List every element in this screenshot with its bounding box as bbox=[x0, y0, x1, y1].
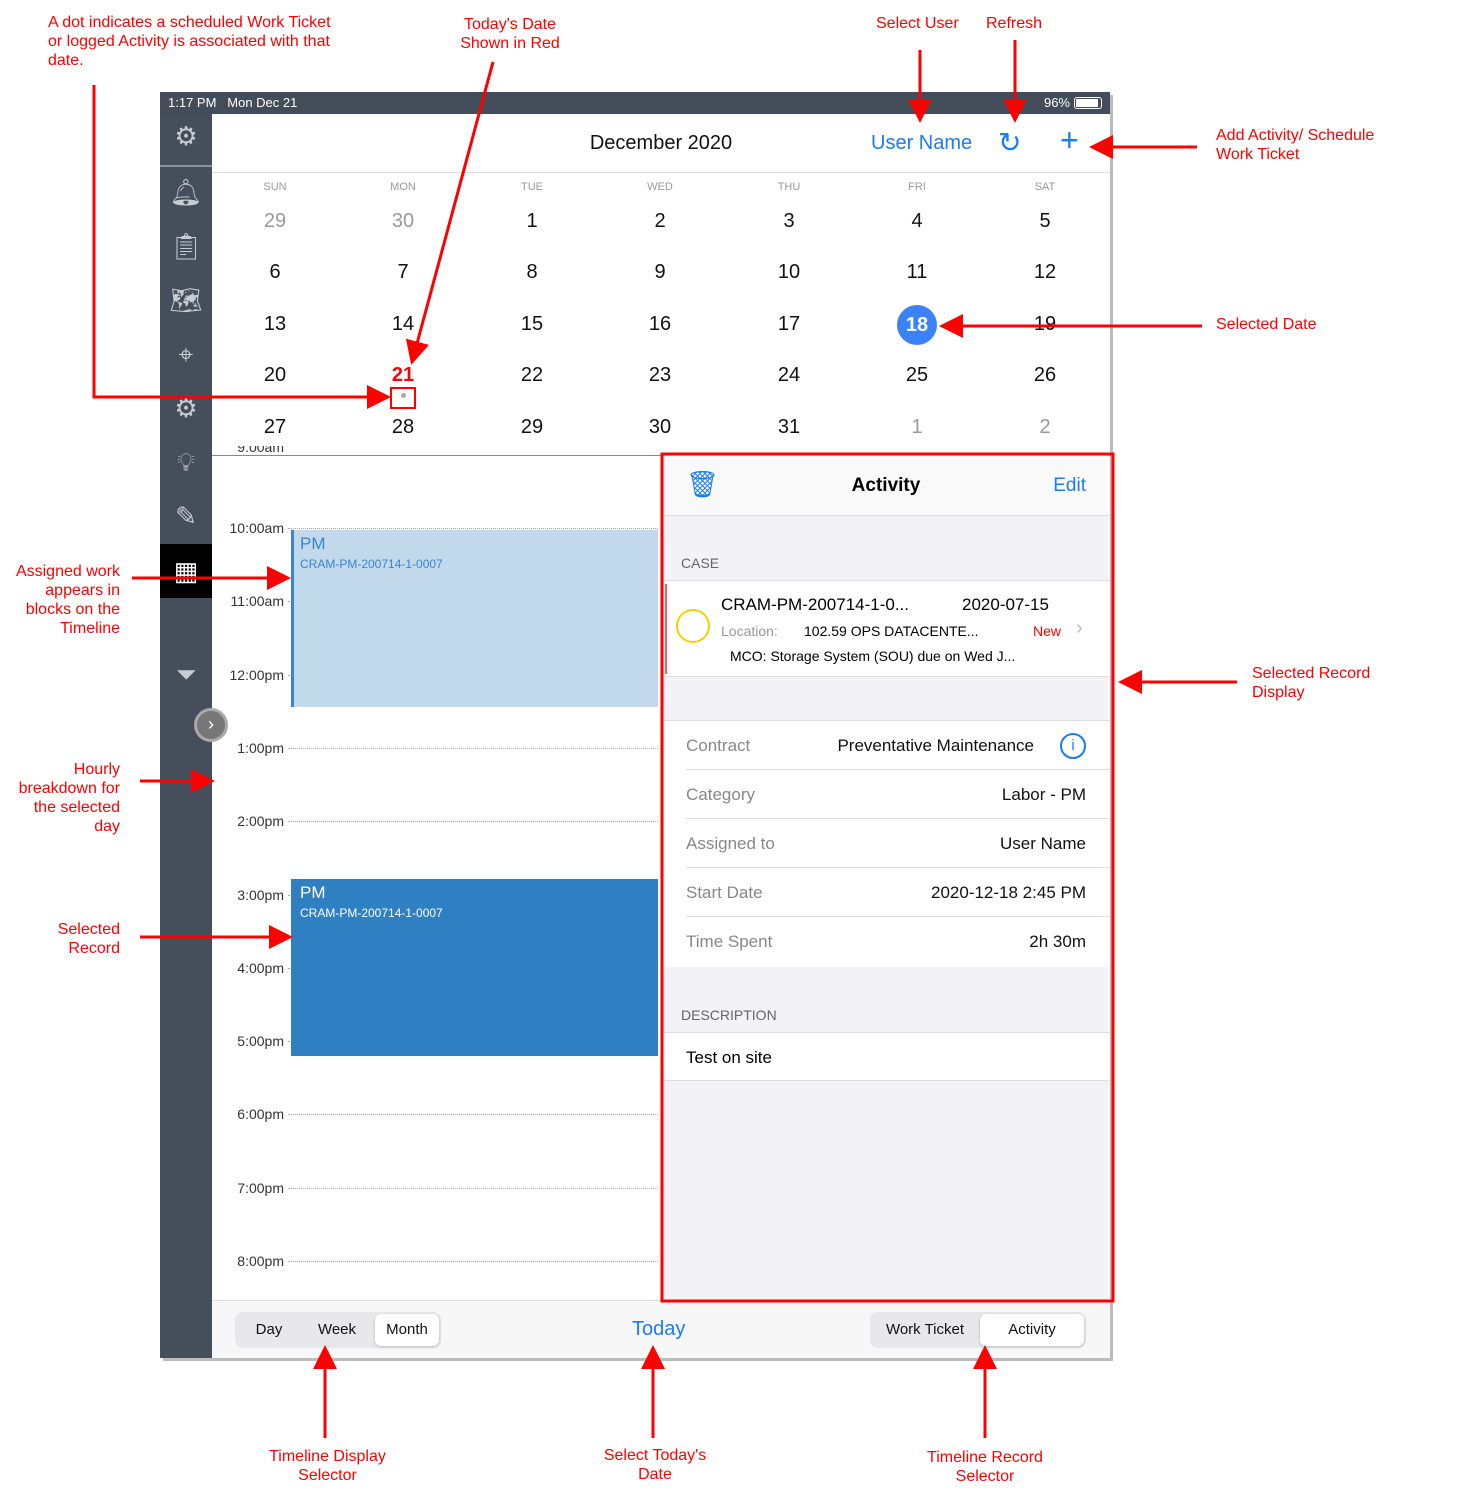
annotation-arrows bbox=[92, 40, 1237, 1438]
